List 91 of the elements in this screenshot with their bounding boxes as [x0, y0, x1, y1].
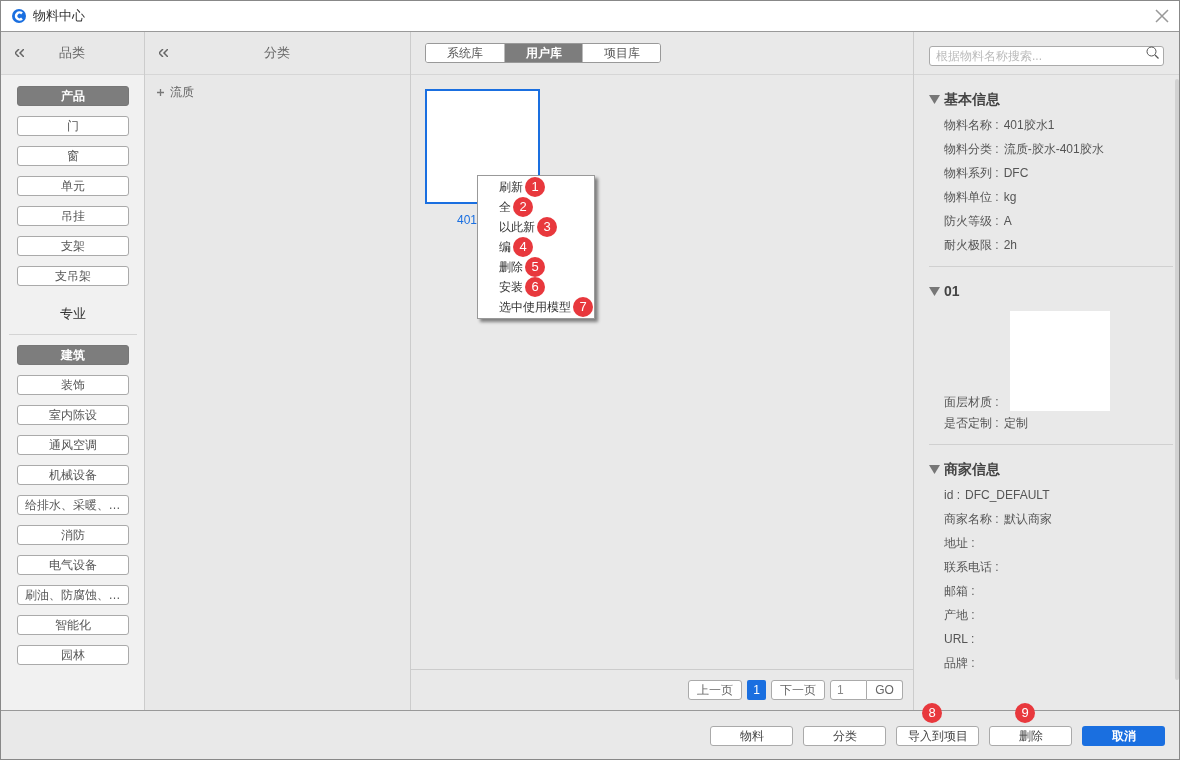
- category-button[interactable]: 电气设备: [16, 554, 129, 575]
- category-button[interactable]: 单元: [16, 176, 129, 196]
- menu-item[interactable]: 选中使用模型: [499, 298, 571, 316]
- field-label: 物料分类 :: [944, 141, 999, 158]
- field-label: 品牌 :: [944, 655, 975, 672]
- window-title: 物料中心: [33, 7, 85, 26]
- field-value: A: [1003, 213, 1012, 230]
- field-label: 产地 :: [944, 607, 975, 624]
- category-button[interactable]: 支架: [16, 236, 129, 256]
- next-page-button[interactable]: 下一页: [771, 680, 825, 700]
- step-badge: 7: [573, 297, 593, 317]
- go-button[interactable]: GO: [867, 680, 903, 700]
- category-button[interactable]: 刷油、防腐蚀、…: [16, 584, 129, 605]
- step-badge: 6: [525, 277, 545, 297]
- footer-button[interactable]: 导入到项目: [896, 726, 979, 746]
- footer-button[interactable]: 分类: [803, 726, 886, 746]
- field-value: 默认商家: [1003, 511, 1052, 528]
- step-badge: 4: [513, 237, 533, 257]
- step-badge: 5: [525, 257, 545, 277]
- library-tab[interactable]: 用户库: [504, 44, 582, 62]
- scrollbar[interactable]: [1175, 79, 1179, 680]
- search-field[interactable]: 根据物料名称搜索...: [929, 46, 1164, 66]
- step-badge: 3: [537, 217, 557, 237]
- menu-item[interactable]: 全: [499, 198, 511, 216]
- collapse-icon[interactable]: [15, 49, 24, 57]
- field-label: URL :: [944, 631, 975, 648]
- field-label: id :: [944, 487, 960, 504]
- app-logo-icon: [11, 8, 27, 24]
- prev-page-button[interactable]: 上一页: [688, 680, 742, 700]
- field-value: kg: [1003, 189, 1017, 206]
- close-icon[interactable]: [1155, 9, 1169, 23]
- field-label: 物料系列 :: [944, 165, 999, 182]
- field-label: 物料名称 :: [944, 117, 999, 134]
- footer-button[interactable]: 删除: [989, 726, 1072, 746]
- page-input[interactable]: 1: [830, 680, 867, 700]
- field-value: 2h: [1003, 237, 1018, 254]
- menu-item[interactable]: 刷新: [499, 178, 523, 196]
- category-button[interactable]: 窗: [16, 146, 129, 166]
- panel-title: 分类: [263, 44, 291, 63]
- step-badge: 8: [922, 703, 942, 723]
- field-label: 防火等级 :: [944, 213, 999, 230]
- step-badge: 9: [1015, 703, 1035, 723]
- field-value: 流质-胶水-401胶水: [1003, 141, 1104, 158]
- step-badge: 1: [525, 177, 545, 197]
- expand-icon[interactable]: [157, 88, 164, 96]
- field-label: 商家名称 :: [944, 511, 999, 528]
- category-button[interactable]: 室内陈设: [16, 404, 129, 425]
- field-value: DFC: [1003, 165, 1029, 182]
- menu-item[interactable]: 安装: [499, 278, 523, 296]
- section-heading: 商家信息: [944, 460, 1000, 479]
- footer-button[interactable]: 物料: [710, 726, 793, 746]
- menu-item[interactable]: 以此新: [499, 218, 535, 236]
- category-button[interactable]: 装饰: [16, 374, 129, 395]
- field-label: 物料单位 :: [944, 189, 999, 206]
- step-badge: 2: [513, 197, 533, 217]
- panel-title: 品类: [58, 44, 86, 63]
- tree-item[interactable]: 流质: [170, 83, 194, 101]
- collapse-arrow-icon[interactable]: [929, 287, 940, 296]
- category-button[interactable]: 门: [16, 116, 129, 136]
- category-button[interactable]: 支吊架: [16, 266, 129, 286]
- search-icon[interactable]: [1146, 46, 1159, 59]
- collapse-arrow-icon[interactable]: [929, 465, 940, 474]
- category-button[interactable]: 建筑: [16, 344, 129, 365]
- category-button[interactable]: 产品: [16, 86, 129, 106]
- menu-item[interactable]: 编: [499, 238, 511, 256]
- field-label: 耐火极限 :: [944, 237, 999, 254]
- page-button[interactable]: 1: [747, 680, 766, 700]
- section-heading: 01: [944, 282, 960, 301]
- category-button[interactable]: 给排水、采暖、…: [16, 494, 129, 515]
- category-button[interactable]: 吊挂: [16, 206, 129, 226]
- field-label: 面层材质 :: [944, 394, 1000, 411]
- field-label: 地址 :: [944, 535, 975, 552]
- field-label: 联系电话 :: [944, 559, 999, 576]
- field-value: 401胶水1: [1003, 117, 1055, 134]
- material-label[interactable]: 401: [457, 211, 478, 229]
- menu-item[interactable]: 删除: [499, 258, 523, 276]
- category-button[interactable]: 通风空调: [16, 434, 129, 455]
- section-heading: 基本信息: [944, 90, 1000, 109]
- field-label: 邮箱 :: [944, 583, 975, 600]
- library-tab[interactable]: 项目库: [582, 44, 660, 62]
- collapse-arrow-icon[interactable]: [929, 95, 940, 104]
- category-button[interactable]: 智能化: [16, 614, 129, 635]
- category-button[interactable]: 园林: [16, 644, 129, 665]
- footer-button[interactable]: 取消: [1082, 726, 1165, 746]
- section-title: 专业: [59, 305, 86, 323]
- field-value: 定制: [1003, 415, 1028, 432]
- category-button[interactable]: 机械设备: [16, 464, 129, 485]
- category-button[interactable]: 消防: [16, 524, 129, 545]
- collapse-icon[interactable]: [159, 49, 168, 57]
- field-value: DFC_DEFAULT: [965, 487, 1050, 504]
- field-label: 是否定制 :: [944, 415, 999, 432]
